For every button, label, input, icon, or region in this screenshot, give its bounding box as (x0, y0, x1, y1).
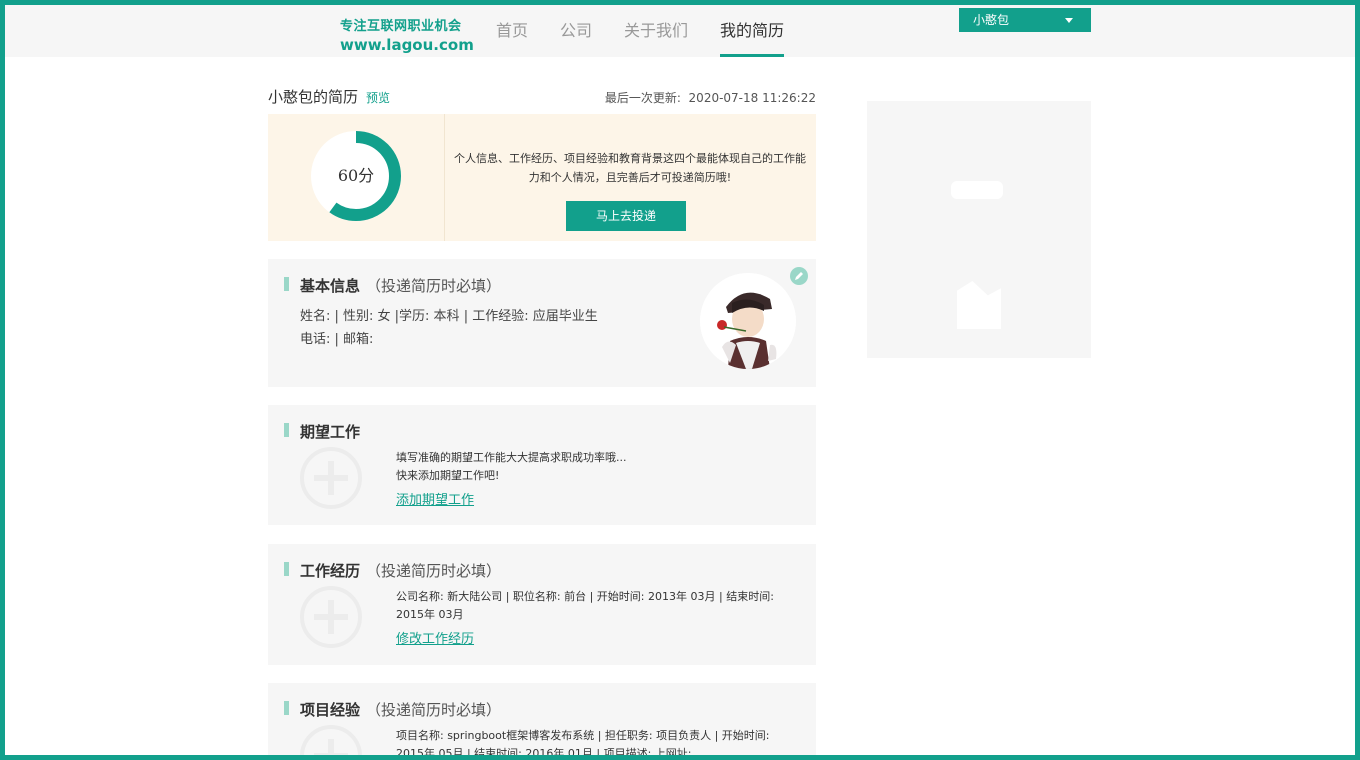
section-marker (284, 423, 289, 437)
resume-title-row: 小憨包的简历 预览 最后一次更新: 2020-07-18 11:26:22 (268, 86, 816, 108)
score-value: 60分 (337, 166, 375, 185)
avatar[interactable] (700, 273, 796, 369)
plus-circle-icon (300, 447, 362, 509)
last-update-label: 最后一次更新: (604, 91, 681, 105)
panel-placeholder-shape (957, 281, 1001, 329)
basic-info-line-2: 电话: | 邮箱: (300, 332, 374, 347)
plus-circle-icon (300, 725, 362, 760)
logo-slogan: 专注互联网职业机会 (340, 19, 462, 34)
work-experience-title: 工作经历 （投递简历时必填） (300, 560, 501, 581)
logo[interactable]: 专注互联网职业机会 www.lagou.com (340, 15, 474, 54)
score-divider (444, 114, 445, 241)
main-nav: 首页 公司 关于我们 我的简历 (480, 5, 800, 57)
plus-circle-icon (300, 586, 362, 648)
score-description: 个人信息、工作经历、项目经验和教育背景这四个最能体现自己的工作能力和个人情况，且… (454, 152, 806, 184)
project-experience-title: 项目经验 （投递简历时必填） (300, 699, 501, 720)
section-marker (284, 277, 289, 291)
basic-info-title: 基本信息 （投递简历时必填） (300, 275, 501, 296)
last-update-time: 2020-07-18 11:26:22 (688, 91, 816, 105)
nav-my-resume[interactable]: 我的简历 (704, 5, 800, 57)
resume-score-card: 60分 个人信息、工作经历、项目经验和教育背景这四个最能体现自己的工作能力和个人… (268, 114, 816, 241)
top-header: 专注互联网职业机会 www.lagou.com 首页 公司 关于我们 我的简历 (5, 5, 1355, 57)
edit-icon[interactable] (790, 267, 808, 285)
user-menu-dropdown[interactable]: 小憨包 (959, 8, 1091, 32)
deliver-now-button[interactable]: 马上去投递 (566, 201, 686, 231)
nav-company[interactable]: 公司 (544, 5, 608, 57)
expected-job-text-1: 填写准确的期望工作能大大提高求职成功率哦... (396, 451, 627, 464)
logo-url: www.lagou.com (340, 36, 474, 54)
expected-job-title: 期望工作 (300, 423, 361, 441)
expected-job-section: 期望工作 填写准确的期望工作能大大提高求职成功率哦... 快来添加期望工作吧! … (268, 405, 816, 525)
required-note: （投递简历时必填） (366, 701, 502, 719)
last-update: 最后一次更新: 2020-07-18 11:26:22 (605, 89, 816, 106)
project-experience-text: 项目名称: springboot框架博客发布系统 | 担任职务: 项目负责人 |… (396, 729, 770, 760)
expected-job-text-2: 快来添加期望工作吧! (396, 469, 500, 482)
work-experience-section: 工作经历 （投递简历时必填） 公司名称: 新大陆公司 | 职位名称: 前台 | 开… (268, 544, 816, 665)
edit-work-experience-link[interactable]: 修改工作经历 (396, 628, 474, 647)
project-experience-section: 项目经验 （投递简历时必填） 项目名称: springboot框架博客发布系统 |… (268, 683, 816, 760)
caret-down-icon (1065, 18, 1073, 23)
right-side-panel (867, 101, 1091, 358)
section-marker (284, 701, 289, 715)
basic-info-section: 基本信息 （投递简历时必填） 姓名: | 性别: 女 |学历: 本科 | 工作经验… (268, 259, 816, 387)
basic-info-title-text: 基本信息 (300, 277, 361, 295)
avatar-illustration-icon (700, 273, 796, 369)
nav-about[interactable]: 关于我们 (608, 5, 704, 57)
user-name: 小憨包 (973, 13, 1010, 27)
section-marker (284, 562, 289, 576)
required-note: （投递简历时必填） (366, 562, 502, 580)
add-expected-job-link[interactable]: 添加期望工作 (396, 489, 474, 508)
project-experience-title-text: 项目经验 (300, 701, 361, 719)
resume-title: 小憨包的简历 (268, 88, 359, 106)
panel-placeholder-shape (951, 181, 1003, 199)
basic-info-line-1: 姓名: | 性别: 女 |学历: 本科 | 工作经验: 应届毕业生 (300, 309, 598, 324)
required-note: （投递简历时必填） (366, 277, 502, 295)
work-experience-title-text: 工作经历 (300, 562, 361, 580)
preview-link[interactable]: 预览 (366, 89, 390, 106)
work-experience-text: 公司名称: 新大陆公司 | 职位名称: 前台 | 开始时间: 2013年 03月… (396, 590, 774, 621)
nav-home[interactable]: 首页 (480, 5, 544, 57)
